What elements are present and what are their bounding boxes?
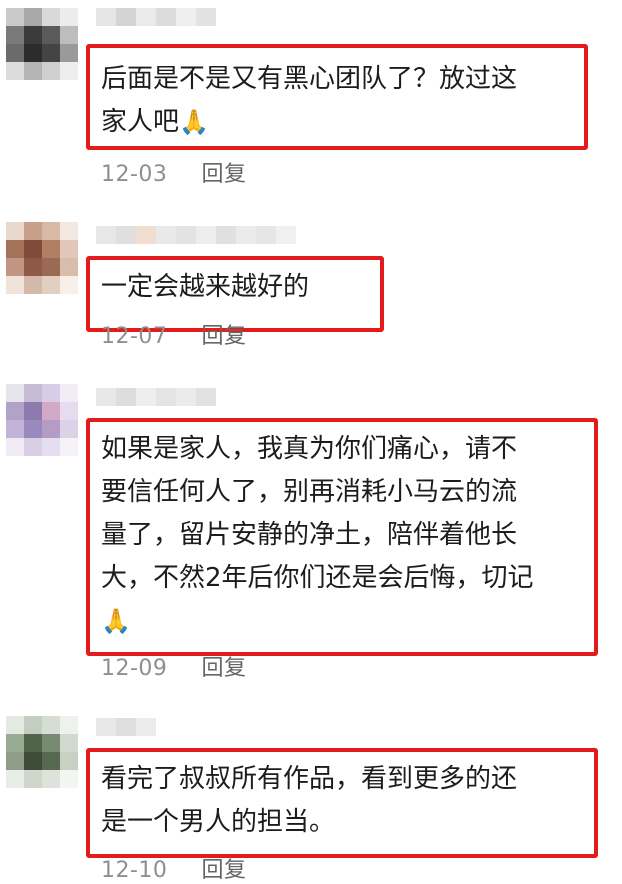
comment-date: 12-09 [101,656,168,681]
comment-date: 12-07 [101,324,168,349]
avatar[interactable] [6,8,78,80]
reply-button[interactable]: 回复 [201,162,246,187]
username-blurred[interactable] [96,8,216,26]
username-blurred[interactable] [96,388,216,406]
pray-emoji-icon: 🙏 [101,607,131,635]
avatar[interactable] [6,222,78,294]
comment-date: 12-10 [101,858,168,883]
comment-meta: 12-03 回复 [101,156,246,188]
comment-date: 12-03 [101,162,168,187]
pray-emoji-icon: 🙏 [179,108,209,136]
comment-text: 一定会越来越好的 [101,272,310,302]
avatar[interactable] [6,384,78,456]
comment-text: 后面是不是又有黑心团队了？放过这 家人吧🙏 [101,58,601,144]
username-blurred[interactable] [96,718,156,736]
avatar[interactable] [6,716,78,788]
comment-text: 如果是家人，我真为你们痛心，请不 要信任何人了，别再消耗小马云的流 量了，留片安… [101,428,601,643]
reply-button[interactable]: 回复 [201,858,246,883]
comment-meta: 12-09 回复 [101,650,246,682]
comment-meta: 12-07 回复 [101,318,246,350]
comment-meta: 12-10 回复 [101,852,246,884]
comment-text: 看完了叔叔所有作品，看到更多的还 是一个男人的担当。 [101,764,518,837]
reply-button[interactable]: 回复 [201,324,246,349]
reply-button[interactable]: 回复 [201,656,246,681]
username-blurred[interactable] [96,226,296,244]
